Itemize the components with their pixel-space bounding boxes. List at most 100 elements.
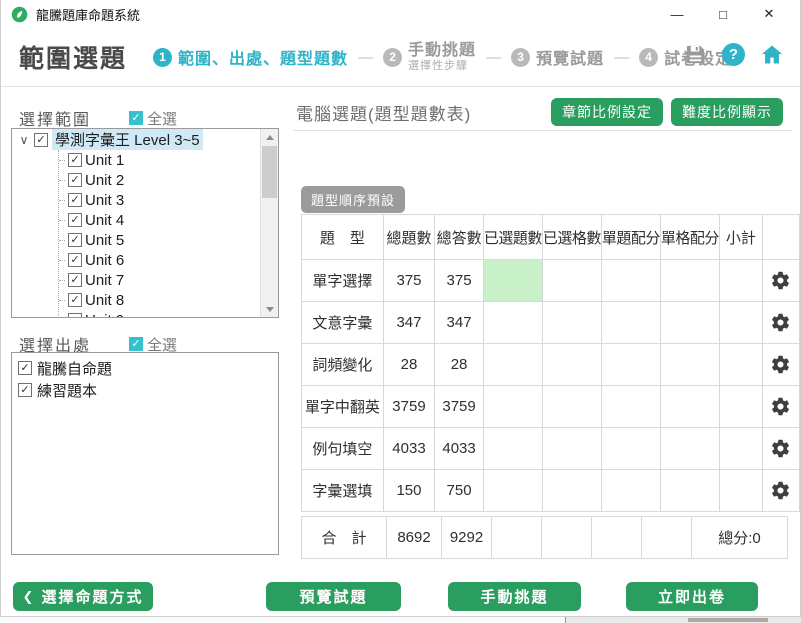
tree-item-unit5[interactable]: ✓Unit 5: [59, 230, 261, 250]
tree-item-unit9-partial[interactable]: Unit 9: [59, 310, 261, 317]
unit-checkbox[interactable]: ✓: [68, 293, 82, 307]
tree-root-row[interactable]: ∨ ✓ 學測字彙王 Level 3~5: [12, 129, 261, 150]
back-to-method-button[interactable]: ❮ 選擇命題方式: [13, 582, 153, 611]
scroll-down-icon[interactable]: [261, 301, 278, 317]
gear-icon[interactable]: [770, 396, 791, 417]
unit-checkbox[interactable]: ✓: [68, 193, 82, 207]
selected-questions-cell[interactable]: [483, 302, 542, 344]
unit-checkbox[interactable]: ✓: [68, 153, 82, 167]
source-item-label: 練習題本: [37, 380, 97, 401]
selected-blanks-cell[interactable]: [542, 386, 601, 428]
selected-questions-cell[interactable]: [483, 470, 542, 512]
points-per-blank-cell[interactable]: [660, 428, 719, 470]
minimize-icon[interactable]: —: [654, 0, 700, 28]
selected-blanks-cell[interactable]: [542, 260, 601, 302]
unit-checkbox[interactable]: ✓: [68, 213, 82, 227]
points-per-question-cell[interactable]: [601, 302, 660, 344]
subtotal-cell: [719, 428, 762, 470]
preview-questions-button[interactable]: 預覽試題: [266, 582, 401, 611]
source-select-all-checkbox[interactable]: ✓: [129, 337, 143, 351]
points-per-question-cell[interactable]: [601, 386, 660, 428]
selected-questions-cell[interactable]: [483, 344, 542, 386]
scrollbar-thumb[interactable]: [262, 146, 277, 198]
points-per-blank-cell[interactable]: [660, 344, 719, 386]
tree-root-label[interactable]: 學測字彙王 Level 3~5: [52, 129, 203, 150]
points-per-blank-cell[interactable]: [660, 470, 719, 512]
tree-item-unit6[interactable]: ✓Unit 6: [59, 250, 261, 270]
tree-children: ✓Unit 1 ✓Unit 2 ✓Unit 3 ✓Unit 4 ✓Unit 5 …: [58, 150, 261, 317]
selected-questions-cell[interactable]: [483, 260, 542, 302]
tree-root-checkbox[interactable]: ✓: [34, 133, 48, 147]
settings-cell[interactable]: [762, 260, 799, 302]
total-questions-cell: 375: [383, 260, 435, 302]
gear-icon[interactable]: [770, 438, 791, 459]
points-per-blank-cell[interactable]: [660, 386, 719, 428]
gear-icon[interactable]: [770, 480, 791, 501]
source-checkbox[interactable]: ✓: [18, 383, 32, 397]
unit-checkbox[interactable]: ✓: [68, 253, 82, 267]
scroll-up-icon[interactable]: [261, 129, 278, 145]
scope-select-all-checkbox[interactable]: ✓: [129, 111, 143, 125]
source-item-1[interactable]: ✓ 練習題本: [18, 379, 272, 401]
selected-blanks-cell[interactable]: [542, 428, 601, 470]
points-per-blank-cell[interactable]: [660, 260, 719, 302]
chevron-left-icon: ❮: [23, 589, 36, 605]
selected-blanks-cell[interactable]: [542, 344, 601, 386]
points-per-question-cell[interactable]: [601, 260, 660, 302]
unit-label: Unit 2: [85, 172, 124, 189]
settings-cell[interactable]: [762, 470, 799, 512]
question-order-default-button[interactable]: 題型順序預設: [301, 186, 405, 213]
manual-button-label: 手動挑題: [480, 586, 548, 607]
unit-checkbox[interactable]: ✓: [68, 173, 82, 187]
manual-pick-button[interactable]: 手動挑題: [448, 582, 581, 611]
tree-item-unit2[interactable]: ✓Unit 2: [59, 170, 261, 190]
titlebar: 龍騰題庫命題系統 — □ ✕: [1, 0, 800, 28]
col-header-selected-blanks: 已選格數: [542, 215, 601, 260]
help-icon[interactable]: ?: [722, 43, 745, 66]
step-1-label: 範圍、出處、題型題數: [178, 45, 348, 69]
type-cell: 詞頻變化: [302, 344, 384, 386]
source-item-0[interactable]: ✓ 龍騰自命題: [18, 357, 272, 379]
gear-icon[interactable]: [770, 354, 791, 375]
selected-blanks-cell[interactable]: [542, 470, 601, 512]
points-per-question-cell[interactable]: [601, 344, 660, 386]
points-per-question-cell[interactable]: [601, 470, 660, 512]
maximize-icon[interactable]: □: [700, 0, 746, 28]
step-separator: —: [614, 49, 629, 66]
tree-item-unit1[interactable]: ✓Unit 1: [59, 150, 261, 170]
home-icon[interactable]: [760, 42, 784, 66]
gear-icon[interactable]: [770, 312, 791, 333]
tree-item-unit8[interactable]: ✓Unit 8: [59, 290, 261, 310]
tree-scrollbar[interactable]: [260, 129, 278, 317]
unit-checkbox[interactable]: [68, 313, 82, 317]
unit-checkbox[interactable]: ✓: [68, 273, 82, 287]
unit-label: Unit 8: [85, 292, 124, 309]
settings-cell[interactable]: [762, 386, 799, 428]
difficulty-ratio-button[interactable]: 難度比例顯示: [671, 98, 783, 126]
scope-select-all[interactable]: ✓ 全選: [129, 108, 177, 129]
points-per-blank-cell[interactable]: [660, 302, 719, 344]
chapter-ratio-button[interactable]: 章節比例設定: [551, 98, 663, 126]
selected-questions-cell[interactable]: [483, 386, 542, 428]
collapse-icon[interactable]: ∨: [18, 133, 30, 147]
tree-item-unit3[interactable]: ✓Unit 3: [59, 190, 261, 210]
generate-paper-button[interactable]: 立即出卷: [626, 582, 758, 611]
unit-label: Unit 3: [85, 192, 124, 209]
settings-cell[interactable]: [762, 344, 799, 386]
tree-item-unit7[interactable]: ✓Unit 7: [59, 270, 261, 290]
selected-questions-cell[interactable]: [483, 428, 542, 470]
totals-empty: [642, 517, 692, 559]
settings-cell[interactable]: [762, 302, 799, 344]
close-icon[interactable]: ✕: [746, 0, 792, 28]
gear-icon[interactable]: [770, 270, 791, 291]
points-per-question-cell[interactable]: [601, 428, 660, 470]
settings-cell[interactable]: [762, 428, 799, 470]
unit-checkbox[interactable]: ✓: [68, 233, 82, 247]
totals-answers: 9292: [442, 517, 492, 559]
save-icon[interactable]: [683, 42, 707, 66]
tree-item-unit4[interactable]: ✓Unit 4: [59, 210, 261, 230]
unit-label: Unit 5: [85, 232, 124, 249]
selected-blanks-cell[interactable]: [542, 302, 601, 344]
header: 範圍選題 1 範圍、出處、題型題數 — 2 手動挑題 選擇性步驟 — 3 預覽試…: [1, 28, 800, 87]
source-checkbox[interactable]: ✓: [18, 361, 32, 375]
